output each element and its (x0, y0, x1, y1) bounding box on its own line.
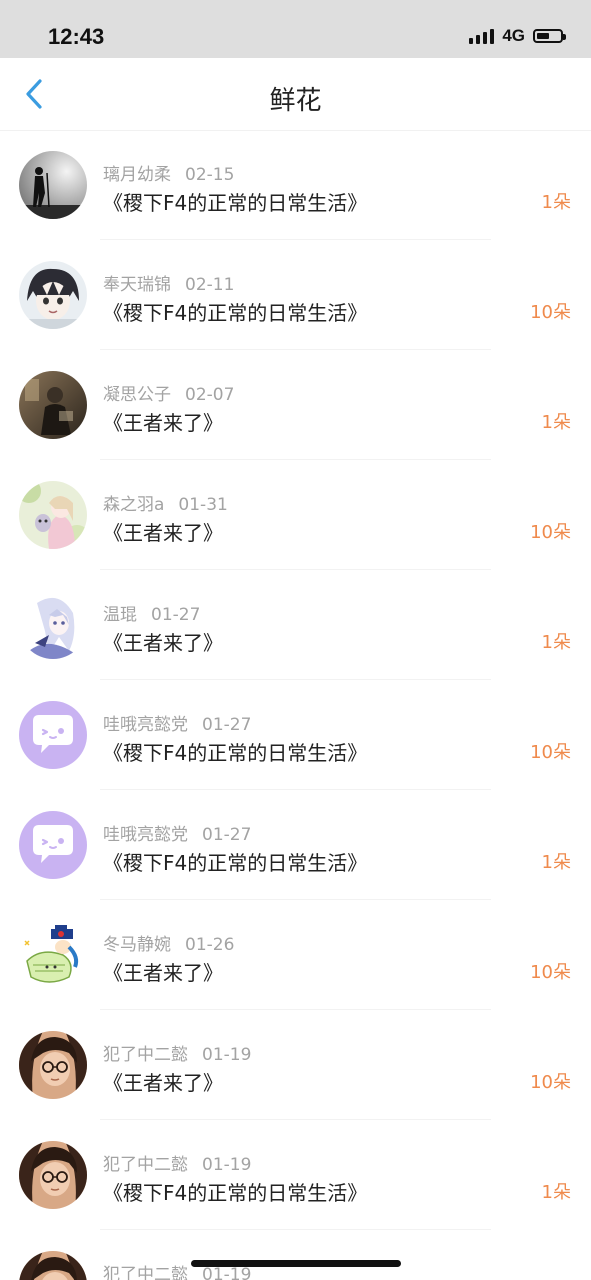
record-meta: 冬马静婉 01-26 (103, 930, 234, 955)
work-title[interactable]: 《稷下F4的正常的日常生活》 (103, 187, 367, 216)
avatar[interactable] (19, 481, 87, 549)
work-title[interactable]: 《稷下F4的正常的日常生活》 (103, 297, 367, 326)
username[interactable]: 犯了中二懿 (103, 1045, 188, 1065)
work-title[interactable]: 《王者来了》 (103, 627, 223, 656)
list-item[interactable]: 哇哦亮懿党 01-27 《稷下F4的正常的日常生活》 10朵 (0, 680, 591, 790)
list-item[interactable]: 犯了中二懿 01-19 《王者来了》 10朵 (0, 1010, 591, 1120)
username[interactable]: 犯了中二懿 (103, 1265, 188, 1280)
record-meta: 奉天瑞锦 02-11 (103, 270, 234, 295)
flower-amount: 10朵 (530, 522, 571, 543)
list-item[interactable]: 森之羽a 01-31 《王者来了》 10朵 (0, 460, 591, 570)
record-meta: 森之羽a 01-31 (103, 490, 228, 515)
avatar[interactable] (19, 701, 87, 769)
flower-record-list[interactable]: 璃月幼柔 02-15 《稷下F4的正常的日常生活》 1朵 奉天瑞锦 02-11 《稷下F4的… (0, 130, 591, 1280)
avatar[interactable] (19, 261, 87, 329)
flower-amount: 10朵 (530, 1072, 571, 1093)
record-meta: 凝思公子 02-07 (103, 380, 234, 405)
avatar[interactable] (19, 1141, 87, 1209)
flower-amount: 1朵 (541, 192, 571, 213)
work-title[interactable]: 《王者来了》 (103, 1067, 223, 1096)
record-date: 01-27 (202, 825, 252, 845)
status-bar: 12:43 4G (0, 0, 591, 58)
username[interactable]: 哇哦亮懿党 (103, 715, 188, 735)
username[interactable]: 哇哦亮懿党 (103, 825, 188, 845)
record-date: 01-26 (185, 935, 235, 955)
avatar[interactable] (19, 921, 87, 989)
avatar[interactable] (19, 1251, 87, 1280)
list-item[interactable]: 温琨 01-27 《王者来了》 1朵 (0, 570, 591, 680)
record-date: 02-07 (185, 385, 235, 405)
record-date: 01-19 (202, 1045, 252, 1065)
flower-amount: 10朵 (530, 302, 571, 323)
record-date: 01-19 (202, 1155, 252, 1175)
signal-icon (469, 28, 495, 44)
flower-amount: 1朵 (541, 632, 571, 653)
record-meta: 哇哦亮懿党 01-27 (103, 710, 251, 735)
username[interactable]: 森之羽a (103, 495, 164, 515)
record-meta: 犯了中二懿 01-19 (103, 1150, 251, 1175)
network-type: 4G (502, 26, 525, 45)
username[interactable]: 温琨 (103, 605, 137, 625)
work-title[interactable]: 《稷下F4的正常的日常生活》 (103, 847, 367, 876)
record-meta: 犯了中二懿 01-19 (103, 1040, 251, 1065)
username[interactable]: 凝思公子 (103, 385, 171, 405)
flower-amount: 1朵 (541, 412, 571, 433)
list-item[interactable]: 璃月幼柔 02-15 《稷下F4的正常的日常生活》 1朵 (0, 130, 591, 240)
list-item[interactable]: 哇哦亮懿党 01-27 《稷下F4的正常的日常生活》 1朵 (0, 790, 591, 900)
username[interactable]: 冬马静婉 (103, 935, 171, 955)
flower-amount: 10朵 (530, 742, 571, 763)
nav-header: 鲜花 (0, 58, 591, 131)
flower-amount: 1朵 (541, 852, 571, 873)
avatar[interactable] (19, 591, 87, 659)
work-title[interactable]: 《王者来了》 (103, 517, 223, 546)
page-title: 鲜花 (269, 86, 322, 116)
flower-amount: 10朵 (530, 962, 571, 983)
work-title[interactable]: 《稷下F4的正常的日常生活》 (103, 1177, 367, 1206)
username[interactable]: 璃月幼柔 (103, 165, 171, 185)
avatar[interactable] (19, 811, 87, 879)
work-title[interactable]: 《稷下F4的正常的日常生活》 (103, 737, 367, 766)
home-indicator[interactable] (191, 1260, 401, 1267)
list-item[interactable]: 奉天瑞锦 02-11 《稷下F4的正常的日常生活》 10朵 (0, 240, 591, 350)
record-date: 02-15 (185, 165, 235, 185)
record-date: 01-27 (202, 715, 252, 735)
avatar[interactable] (19, 1031, 87, 1099)
avatar[interactable] (19, 151, 87, 219)
flower-amount: 1朵 (541, 1182, 571, 1203)
username[interactable]: 奉天瑞锦 (103, 275, 171, 295)
record-meta: 璃月幼柔 02-15 (103, 160, 234, 185)
record-meta: 温琨 01-27 (103, 600, 200, 625)
app-screen: 12:43 4G 鲜花 璃月幼柔 02-15 《稷下F4的正常的日常生活》 1朵 奉天瑞… (0, 0, 591, 1280)
record-date: 02-11 (185, 275, 235, 295)
list-item[interactable]: 犯了中二懿 01-19 (0, 1230, 591, 1280)
work-title[interactable]: 《王者来了》 (103, 957, 223, 986)
work-title[interactable]: 《王者来了》 (103, 407, 223, 436)
record-date: 01-19 (202, 1265, 252, 1280)
record-meta: 哇哦亮懿党 01-27 (103, 820, 251, 845)
list-item[interactable]: 冬马静婉 01-26 《王者来了》 10朵 (0, 900, 591, 1010)
list-item[interactable]: 犯了中二懿 01-19 《稷下F4的正常的日常生活》 1朵 (0, 1120, 591, 1230)
status-indicators: 4G (469, 26, 566, 46)
record-date: 01-31 (178, 495, 228, 515)
list-item[interactable]: 凝思公子 02-07 《王者来了》 1朵 (0, 350, 591, 460)
status-time: 12:43 (48, 24, 105, 49)
avatar[interactable] (19, 371, 87, 439)
username[interactable]: 犯了中二懿 (103, 1155, 188, 1175)
battery-icon (533, 29, 566, 43)
record-date: 01-27 (151, 605, 201, 625)
